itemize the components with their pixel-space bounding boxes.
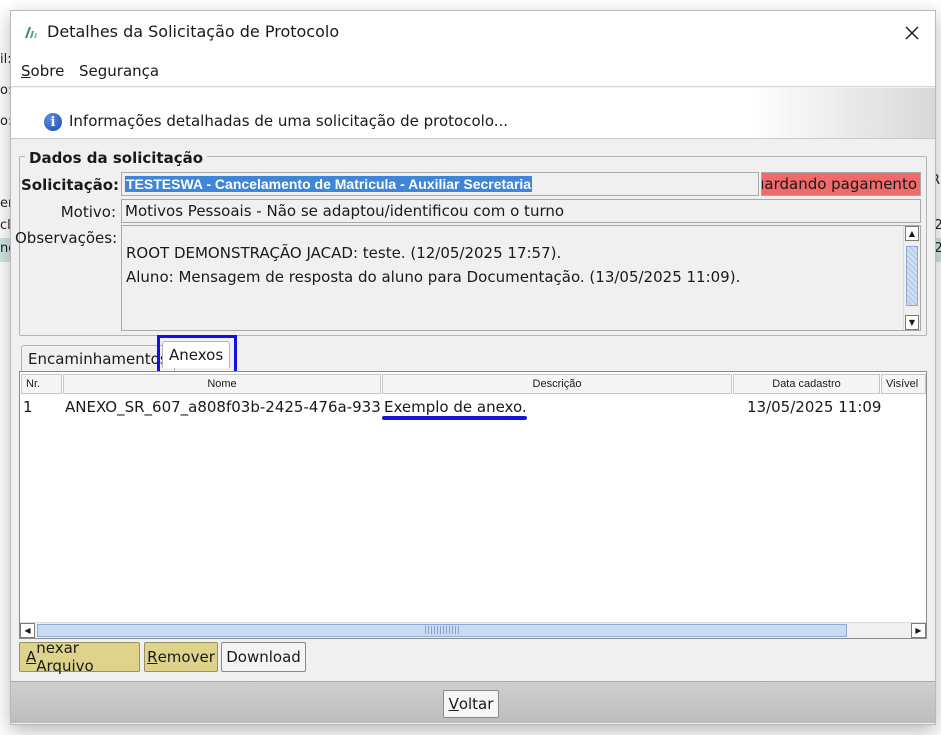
- menu-seguranca[interactable]: Segurança: [79, 62, 159, 80]
- protocol-details-dialog: Detalhes da Solicitação de Protocolo Sob…: [10, 10, 936, 725]
- anexar-label: nexar Arquivo: [36, 639, 94, 675]
- window-title: Detalhes da Solicitação de Protocolo: [47, 22, 340, 41]
- column-header-nome[interactable]: Nome: [63, 374, 381, 394]
- attachments-table: Nr. Nome Descrição Data cadastro Visível…: [19, 371, 927, 639]
- voltar-accel: V: [448, 695, 459, 713]
- cell-data-cadastro: 13/05/2025 11:09: [747, 398, 882, 416]
- observacao-line: Aluno: Mensagem de resposta do aluno par…: [126, 268, 741, 286]
- anexar-arquivo-button[interactable]: Anexar Arquivo: [19, 639, 140, 675]
- scroll-grip-icon: [425, 626, 459, 634]
- column-header-visivel[interactable]: Visível: [881, 374, 926, 394]
- voltar-label: oltar: [458, 695, 494, 713]
- remover-button[interactable]: Remover: [144, 642, 218, 672]
- scroll-thumb[interactable]: [906, 246, 918, 306]
- cell-nr: 1: [23, 398, 33, 416]
- menu-bar: Sobre Segurança: [11, 55, 935, 87]
- app-logo-icon: [25, 27, 37, 38]
- observacoes-scrollbar[interactable]: ▲ ▼: [903, 226, 920, 330]
- table-horizontal-scrollbar[interactable]: ◀ ▶: [20, 622, 926, 638]
- voltar-button[interactable]: Voltar: [443, 690, 499, 718]
- motivo-label: Motivo:: [60, 203, 116, 221]
- dialog-footer: Voltar: [11, 681, 935, 723]
- observacoes-label: Observações:: [15, 229, 118, 247]
- remover-accel: R: [147, 648, 158, 666]
- column-header-data-cadastro[interactable]: Data cadastro: [733, 374, 880, 394]
- close-icon: [905, 26, 919, 40]
- remover-label: emover: [157, 648, 215, 666]
- cell-descricao: Exemplo de anexo.: [384, 398, 527, 416]
- menu-sobre-accel: S: [21, 62, 31, 80]
- motivo-field[interactable]: Motivos Pessoais - Não se adaptou/identi…: [121, 199, 921, 223]
- banner-text: Informações detalhadas de uma solicitaçã…: [69, 112, 509, 130]
- download-button[interactable]: Download: [221, 642, 306, 672]
- close-button[interactable]: [889, 11, 935, 55]
- status-badge: uardando pagamento: [761, 172, 921, 196]
- table-row[interactable]: 1 ANEXO_SR_607_a808f03b-2425-476a-9335..…: [20, 396, 926, 418]
- tab-encaminhamentos[interactable]: Encaminhamentos: [21, 345, 175, 372]
- solicitacao-field[interactable]: TESTESWA - Cancelamento de Matricula - A…: [121, 172, 759, 196]
- column-header-descricao[interactable]: Descrição: [382, 374, 732, 394]
- anexar-accel: A: [26, 648, 37, 666]
- solicitacao-value: TESTESWA - Cancelamento de Matricula - A…: [125, 176, 533, 192]
- scroll-down-arrow-icon[interactable]: ▼: [905, 315, 919, 330]
- observacoes-textarea[interactable]: ROOT DEMONSTRAÇÃO JACAD: teste. (12/05/2…: [121, 225, 921, 331]
- column-header-nr[interactable]: Nr.: [21, 374, 62, 394]
- observacao-line: ROOT DEMONSTRAÇÃO JACAD: teste. (12/05/2…: [126, 244, 562, 262]
- motivo-value: Motivos Pessoais - Não se adaptou/identi…: [125, 202, 565, 220]
- menu-sobre-label: obre: [30, 62, 65, 80]
- descricao-underline-annotation: [382, 416, 527, 420]
- group-title: Dados da solicitação: [25, 149, 208, 167]
- scroll-left-arrow-icon[interactable]: ◀: [20, 623, 35, 638]
- title-bar[interactable]: Detalhes da Solicitação de Protocolo: [11, 11, 935, 55]
- info-icon: i: [44, 113, 62, 131]
- status-value: uardando pagamento: [761, 175, 917, 193]
- scroll-up-arrow-icon[interactable]: ▲: [905, 226, 919, 241]
- menu-sobre[interactable]: Sobre: [21, 62, 64, 80]
- cell-nome: ANEXO_SR_607_a808f03b-2425-476a-9335...: [65, 398, 381, 416]
- scroll-right-arrow-icon[interactable]: ▶: [911, 623, 926, 638]
- info-banner: i Informações detalhadas de uma solicita…: [11, 88, 935, 139]
- solicitacao-label: Solicitação:: [21, 176, 120, 194]
